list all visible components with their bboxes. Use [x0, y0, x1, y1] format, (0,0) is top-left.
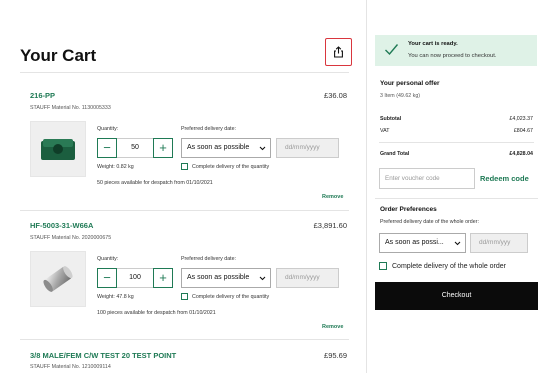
order-preferences-subtitle: Preferred delivery date of the whole ord… [380, 219, 479, 225]
delivery-date-input[interactable]: dd/mm/yyyy [276, 138, 339, 158]
page-title: Your Cart [20, 46, 97, 65]
subtotal-value: £4,023.37 [509, 116, 533, 122]
grand-total-value: £4,828.04 [509, 151, 533, 157]
fitting-image [43, 266, 73, 292]
checkmark-icon [385, 44, 399, 56]
order-preferences-title: Order Preferences [380, 206, 437, 213]
material-number: STAUFF Material No. 1130005333 [30, 105, 111, 111]
item-weight: Weight: 47.8 kg [97, 294, 134, 300]
quantity-label: Quantity: [97, 126, 119, 132]
product-name-link[interactable]: 216-PP [30, 91, 55, 100]
order-delivery-select[interactable]: As soon as possi... [379, 233, 466, 253]
item-price: £36.08 [324, 91, 347, 100]
cart-ready-text: You can now proceed to checkout. [408, 53, 497, 59]
material-number: STAUFF Material No. 1210009114 [30, 364, 111, 370]
cart-ready-banner: Your cart is ready. You can now proceed … [375, 35, 537, 66]
quantity-stepper: − 100 + [97, 268, 173, 288]
increase-quantity-button[interactable]: + [153, 138, 173, 158]
item-price: £95.69 [324, 351, 347, 360]
product-image [30, 251, 86, 307]
complete-delivery-label: Complete delivery of the quantity [192, 163, 270, 170]
column-divider [366, 0, 367, 373]
divider [375, 198, 538, 199]
quantity-input[interactable]: 50 [117, 138, 153, 158]
redeem-code-button[interactable]: Redeem code [480, 174, 529, 183]
offer-summary: 3 Item (49.62 kg) [380, 93, 421, 99]
order-delivery-date-input[interactable]: dd/mm/yyy [470, 233, 528, 253]
quantity-stepper: − 50 + [97, 138, 173, 158]
order-complete-delivery-label: Complete delivery of the whole order [392, 262, 507, 270]
offer-title: Your personal offer [380, 80, 440, 87]
share-button[interactable] [325, 38, 352, 66]
delivery-select[interactable]: As soon as possible [181, 138, 271, 158]
delivery-date-input[interactable]: dd/mm/yyyy [276, 268, 339, 288]
delivery-date-label: Preferred delivery date: [181, 256, 237, 262]
product-name-link[interactable]: 3/8 MALE/FEM C/W TEST 20 TEST POINT [30, 351, 176, 360]
delivery-select-value: As soon as possible [187, 144, 250, 151]
chevron-down-icon [259, 276, 266, 280]
chevron-down-icon [259, 146, 266, 150]
voucher-input[interactable]: Enter voucher code [379, 168, 475, 189]
delivery-select-value: As soon as possible [187, 274, 250, 281]
remove-item-link[interactable]: Remove [322, 324, 343, 330]
divider [379, 142, 534, 143]
order-complete-delivery-checkbox[interactable]: Complete delivery of the whole order [379, 262, 506, 270]
order-delivery-select-value: As soon as possi... [385, 239, 444, 246]
delivery-select[interactable]: As soon as possible [181, 268, 271, 288]
delivery-date-label: Preferred delivery date: [181, 126, 237, 132]
product-name-link[interactable]: HF-5003-31-W66A [30, 221, 93, 230]
item-weight: Weight: 0.82 kg [97, 164, 134, 170]
product-image [30, 121, 86, 177]
quantity-label: Quantity: [97, 256, 119, 262]
complete-delivery-checkbox[interactable]: Complete delivery of the quantity [181, 163, 269, 170]
checkbox-box[interactable] [181, 293, 188, 300]
checkbox-box[interactable] [379, 262, 387, 270]
divider [20, 339, 349, 340]
share-icon [334, 46, 343, 58]
checkbox-box[interactable] [181, 163, 188, 170]
decrease-quantity-button[interactable]: − [97, 138, 117, 158]
material-number: STAUFF Material No. 2020000675 [30, 235, 112, 241]
quantity-input[interactable]: 100 [117, 268, 153, 288]
complete-delivery-checkbox[interactable]: Complete delivery of the quantity [181, 293, 269, 300]
checkout-button[interactable]: Checkout [375, 282, 538, 310]
decrease-quantity-button[interactable]: − [97, 268, 117, 288]
availability-text: 50 pieces available for despatch from 01… [97, 180, 213, 186]
divider [20, 72, 349, 73]
vat-value: £804.67 [513, 128, 533, 134]
cart-ready-title: Your cart is ready. [408, 41, 458, 47]
increase-quantity-button[interactable]: + [153, 268, 173, 288]
divider [20, 210, 349, 211]
clamp-image [41, 139, 75, 160]
item-price: £3,891.60 [313, 221, 347, 230]
chevron-down-icon [454, 241, 461, 245]
vat-label: VAT [380, 128, 390, 134]
availability-text: 100 pieces available for despatch from 0… [97, 310, 216, 316]
complete-delivery-label: Complete delivery of the quantity [192, 293, 270, 300]
subtotal-label: Subtotal [380, 116, 402, 122]
remove-item-link[interactable]: Remove [322, 194, 343, 200]
grand-total-label: Grand Total [380, 151, 410, 157]
